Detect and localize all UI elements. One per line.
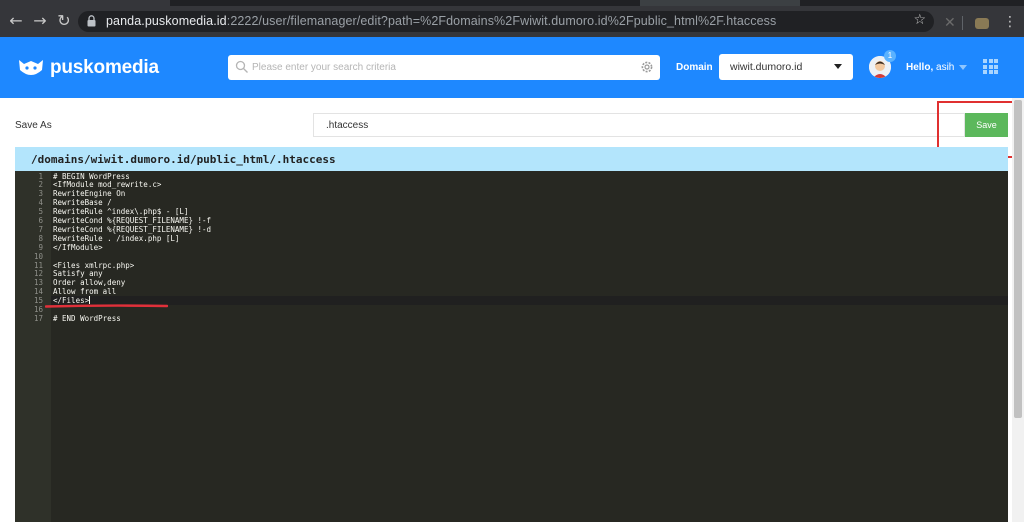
gear-icon[interactable]: [640, 60, 654, 74]
forward-icon[interactable]: →: [30, 11, 50, 31]
toolbar-divider: [962, 16, 963, 30]
line-number: 2: [38, 180, 43, 190]
code-editor[interactable]: 1 2 3 4 5 6 7 8 9 10 11 12 13 14 15 16 17 # BEGIN WordPr…: [15, 171, 1008, 522]
code-line[interactable]: RewriteRule ^index\.php$ - [L]: [53, 207, 188, 216]
code-line[interactable]: Satisfy any: [53, 269, 103, 278]
notification-badge[interactable]: 1: [884, 50, 896, 62]
menu-icon[interactable]: ⋮: [1003, 15, 1017, 29]
url-text: panda.puskomedia.id:2222/user/filemanage…: [106, 14, 777, 28]
line-number: 4: [38, 198, 43, 208]
user-menu-caret-icon[interactable]: [959, 65, 967, 70]
text-cursor: [89, 296, 91, 305]
logo[interactable]: puskomedia: [18, 57, 159, 79]
line-number: 11: [33, 260, 43, 270]
code-line[interactable]: # BEGIN WordPress: [53, 172, 130, 181]
apps-grid-icon[interactable]: [983, 59, 998, 74]
domain-select-value: wiwit.dumoro.id: [730, 61, 803, 73]
lock-icon: [87, 15, 96, 27]
page-scrollbar-thumb[interactable]: [1014, 100, 1022, 418]
code-line[interactable]: </IfModule>: [53, 243, 103, 252]
line-number: 15: [33, 296, 43, 306]
code-line[interactable]: <Files xmlrpc.php>: [53, 261, 134, 270]
line-number: 14: [33, 287, 43, 297]
line-number: 8: [38, 233, 43, 243]
line-number: 16: [33, 305, 43, 314]
search-icon: [235, 60, 248, 73]
file-path-bar: /domains/wiwit.dumoro.id/public_html/.ht…: [15, 147, 1008, 171]
browser-toolbar: ← → ↻ panda.puskomedia.id:2222/user/file…: [0, 6, 1024, 37]
line-number: 1: [38, 171, 43, 181]
domain-select[interactable]: wiwit.dumoro.id: [719, 54, 853, 80]
address-bar[interactable]: panda.puskomedia.id:2222/user/filemanage…: [78, 11, 934, 32]
line-number: 12: [33, 269, 43, 279]
line-number: 10: [33, 251, 43, 261]
back-icon[interactable]: ←: [6, 11, 26, 31]
code-line[interactable]: RewriteEngine On: [53, 189, 125, 198]
save-as-label: Save As: [15, 120, 52, 131]
app-header: puskomedia Domain wiwit.dumoro.id 1 Hell…: [0, 37, 1024, 98]
domain-label: Domain: [676, 62, 713, 73]
highlight-underline-annotation: [45, 304, 168, 308]
code-line[interactable]: <IfModule mod_rewrite.c>: [53, 180, 161, 189]
chevron-down-icon: [834, 64, 842, 69]
active-line-highlight: [51, 296, 1008, 306]
line-number: 3: [38, 189, 43, 199]
code-line[interactable]: Allow from all: [53, 287, 116, 296]
line-number: 13: [33, 278, 43, 288]
code-line[interactable]: RewriteRule . /index.php [L]: [53, 234, 179, 243]
star-icon[interactable]: ☆: [913, 12, 926, 28]
search-box: [228, 55, 660, 80]
search-input[interactable]: [252, 58, 632, 77]
line-number-gutter: 1 2 3 4 5 6 7 8 9 10 11 12 13 14 15 16 17: [15, 171, 51, 522]
line-number: 6: [38, 216, 43, 225]
profile-icon[interactable]: [975, 18, 989, 29]
code-line[interactable]: RewriteCond %{REQUEST_FILENAME} !-d: [53, 225, 211, 234]
filename-input[interactable]: [313, 113, 965, 137]
code-line[interactable]: RewriteBase /: [53, 198, 112, 207]
extension-x-icon[interactable]: ✕: [944, 15, 956, 31]
line-number: 7: [38, 224, 43, 234]
line-number: 9: [38, 242, 43, 252]
logo-text: puskomedia: [50, 57, 159, 78]
file-path: /domains/wiwit.dumoro.id/public_html/.ht…: [31, 153, 336, 166]
code-line[interactable]: RewriteCond %{REQUEST_FILENAME} !-f: [53, 216, 211, 225]
code-line[interactable]: Order allow,deny: [53, 278, 125, 287]
user-greeting[interactable]: Hello, asih: [906, 62, 954, 73]
puskomedia-logo-icon: [19, 60, 43, 75]
code-line[interactable]: # END WordPress: [53, 314, 121, 323]
line-number: 5: [38, 207, 43, 217]
line-number: 17: [33, 313, 43, 323]
reload-icon[interactable]: ↻: [54, 11, 74, 31]
